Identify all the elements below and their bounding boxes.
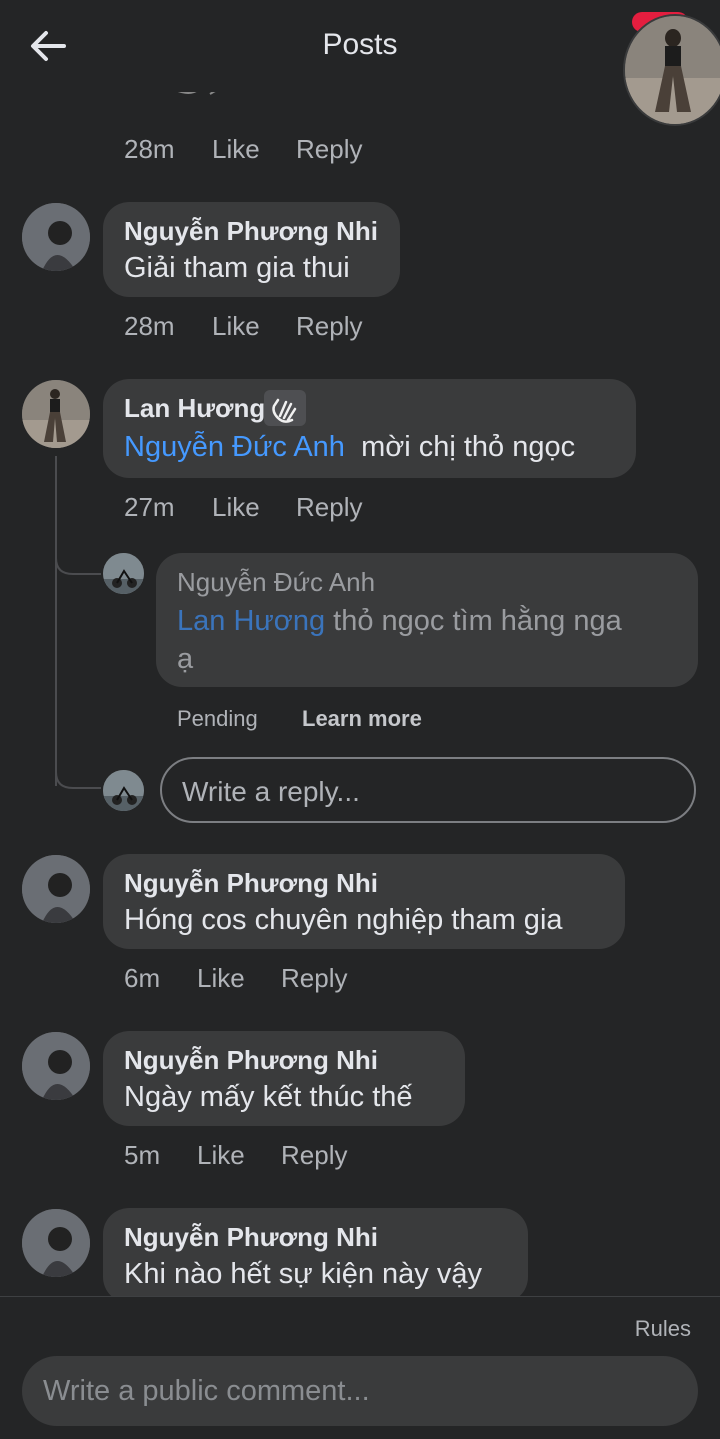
comment-text: thỏ ngọc tìm hằng nga	[333, 605, 622, 637]
comment-text: Giải tham gia thui	[124, 252, 350, 284]
timestamp: 6m	[124, 963, 161, 993]
reply-input[interactable]: Write a reply...	[160, 757, 696, 823]
like-button[interactable]: Like	[197, 1140, 245, 1171]
comment-author[interactable]: Nguyễn Phương Nhi	[124, 216, 378, 247]
avatar[interactable]	[22, 1032, 90, 1100]
avatar[interactable]	[103, 553, 144, 594]
avatar[interactable]	[22, 380, 90, 448]
learn-more-link[interactable]: Learn more	[302, 706, 422, 732]
pending-status: Pending	[177, 706, 258, 731]
comment-text: Hóng cos chuyên nghiệp tham gia	[124, 904, 563, 936]
comment-author[interactable]: Nguyễn Phương Nhi	[124, 868, 378, 899]
timestamp: 28m	[124, 311, 175, 341]
current-user-avatar	[103, 770, 144, 811]
reply-placeholder: Write a reply...	[182, 776, 360, 807]
reply-button[interactable]: Reply	[281, 963, 347, 994]
like-button[interactable]: Like	[212, 311, 260, 342]
comment-bubble[interactable]: Nguyễn Phương Nhi Ngày mấy kết thúc thế	[103, 1031, 465, 1126]
timestamp: 27m	[124, 492, 175, 522]
rules-link[interactable]: Rules	[635, 1316, 691, 1342]
like-button[interactable]: Like	[212, 492, 260, 523]
thread-branch	[55, 558, 101, 575]
thread-branch	[55, 772, 101, 789]
page-title: Posts	[322, 28, 398, 61]
comment-text: Khi nào hết sự kiện này vậy	[124, 1258, 482, 1290]
comment-text: mời chị thỏ ngọc	[361, 431, 576, 463]
avatar[interactable]	[22, 203, 90, 271]
comment-text-row: Nguyễn Đức Anh mời chị thỏ ngọc	[124, 431, 575, 464]
top-bar: Posts	[0, 0, 720, 92]
comment-text: Ngày mấy kết thúc thế	[124, 1081, 413, 1113]
comment-author[interactable]: Nguyễn Phương Nhi	[124, 1045, 378, 1076]
comment-author[interactable]: Lan Hương	[124, 393, 265, 424]
avatar[interactable]	[22, 1209, 90, 1277]
like-button[interactable]: Like	[197, 963, 245, 994]
timestamp: 28m	[124, 134, 175, 164]
pending-reply-bubble[interactable]: Nguyễn Đức Anh Lan Hương thỏ ngọc tìm hằ…	[156, 553, 698, 687]
comment-text-line2: ạ	[177, 643, 194, 675]
waving-hand-icon	[264, 390, 306, 426]
reply-button[interactable]: Reply	[296, 311, 362, 342]
thread-line	[55, 456, 57, 786]
comment-bubble[interactable]: Nguyễn Phương Nhi Giải tham gia thui	[103, 202, 400, 297]
comment-text-row: Lan Hương thỏ ngọc tìm hằng nga	[177, 605, 622, 638]
timestamp: 5m	[124, 1140, 161, 1170]
mention-link[interactable]: Lan Hương	[177, 605, 325, 637]
reply-button[interactable]: Reply	[296, 492, 362, 523]
comment-placeholder: Write a public comment...	[43, 1375, 370, 1407]
reply-button[interactable]: Reply	[281, 1140, 347, 1171]
mention-link[interactable]: Nguyễn Đức Anh	[124, 431, 345, 463]
like-button[interactable]: Like	[212, 134, 260, 165]
comment-bubble[interactable]: Nguyễn Phương Nhi Hóng cos chuyên nghiệp…	[103, 854, 625, 949]
public-comment-input[interactable]: Write a public comment...	[22, 1356, 698, 1426]
comment-bubble[interactable]: Lan Hương Nguyễn Đức Anh mời chị thỏ ngọ…	[103, 379, 636, 478]
avatar[interactable]	[22, 855, 90, 923]
comment-bubble[interactable]: Nguyễn Phương Nhi Khi nào hết sự kiện nà…	[103, 1208, 528, 1303]
chat-head-avatar[interactable]	[623, 14, 720, 126]
comment-author[interactable]: Nguyễn Đức Anh	[177, 567, 375, 598]
comment-author[interactable]: Nguyễn Phương Nhi	[124, 1222, 378, 1253]
reply-button[interactable]: Reply	[296, 134, 362, 165]
